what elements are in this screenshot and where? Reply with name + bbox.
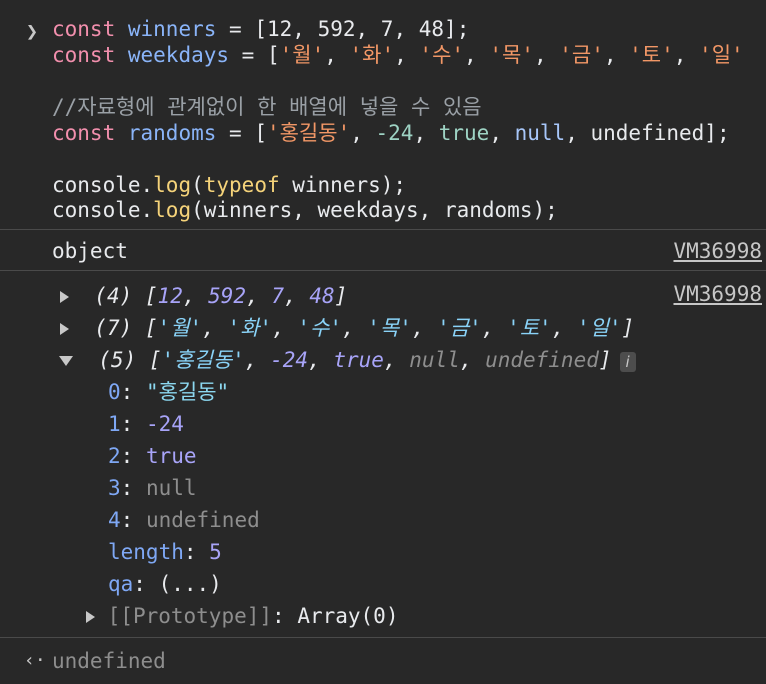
code-line-5: console.log(typeof winners); [52, 173, 407, 197]
code-line-4: const randoms = ['홍길동', -24, true, null,… [52, 121, 730, 145]
array-length: length: 5 [108, 540, 222, 564]
string-literal: '수' [419, 43, 465, 67]
prototype-row[interactable]: [[Prototype]]: Array(0) [86, 603, 398, 629]
punctuation: ]; [704, 121, 730, 145]
array-row-randoms[interactable]: (5) ['홍길동', -24, true, null, undefined] i [59, 347, 636, 373]
number-literal: 7 [380, 17, 394, 41]
array-row-weekdays[interactable]: (7) ['월', '화', '수', '목', '금', '토', '일'] [60, 315, 634, 341]
divider [0, 229, 766, 230]
keyword: const [52, 43, 116, 67]
array-row-winners[interactable]: (4) [12, 592, 7, 48] [60, 283, 347, 309]
array-entry: 1: -24 [108, 412, 184, 436]
caret-down-icon[interactable] [59, 356, 73, 366]
source-link[interactable]: VM36998 [673, 238, 762, 264]
code-line-2: const weekdays = ['월', '화', '수', '목', '금… [52, 43, 744, 67]
info-icon[interactable]: i [619, 352, 636, 372]
console-object: console. [52, 173, 154, 197]
operator: = [ [229, 43, 280, 67]
string-literal: '화' [349, 43, 395, 67]
prompt-chevron-icon: ❯ [26, 19, 39, 43]
array-entry: 2: true [108, 444, 197, 468]
string-literal: '토' [629, 43, 674, 67]
variable-name: winners [127, 17, 217, 41]
operator: = [ [216, 121, 267, 145]
number-literal: -24 [375, 121, 414, 145]
devtools-console: ❯ const winners = [12, 592, 7, 48]; cons… [0, 0, 766, 684]
chevron-left-icon: ‹· [24, 650, 46, 671]
result-value: undefined [52, 649, 166, 673]
string-literal: '금' [559, 43, 604, 67]
variable-name: weekdays [127, 43, 230, 67]
variable-name: randoms [127, 121, 217, 145]
array-entry: 0: "홍길동" [108, 380, 230, 404]
code-comment: //자료형에 관계없이 한 배열에 넣을 수 있음 [52, 95, 482, 119]
typeof-operator: typeof [203, 173, 280, 197]
array-entry: 4: undefined [108, 508, 260, 532]
punctuation: ]; [444, 17, 470, 41]
caret-right-icon[interactable] [60, 291, 69, 303]
caret-right-icon[interactable] [86, 611, 95, 623]
source-link[interactable]: VM36998 [673, 281, 762, 307]
operator: = [ [216, 17, 267, 41]
string-literal: '홍길동' [266, 121, 351, 145]
caret-right-icon[interactable] [60, 323, 69, 335]
boolean-literal: true [438, 121, 490, 145]
string-literal: '월' [279, 43, 325, 67]
divider [0, 637, 766, 638]
function-name: log [153, 173, 192, 197]
array-getter-qa[interactable]: qa: (...) [108, 571, 222, 597]
array-entry: 3: null [108, 476, 197, 500]
function-name: log [153, 198, 192, 222]
console-object: console. [52, 198, 154, 222]
keyword: const [52, 17, 116, 41]
undefined-literal: undefined [590, 121, 705, 145]
null-literal: null [514, 121, 566, 145]
string-literal: '목' [489, 43, 534, 67]
divider [0, 270, 766, 271]
number-literal: 12 [266, 17, 293, 41]
number-literal: 592 [317, 17, 356, 41]
string-literal: '일' [699, 43, 744, 67]
number-literal: 48 [418, 17, 445, 41]
keyword: const [52, 121, 116, 145]
code-line-1: const winners = [12, 592, 7, 48]; [52, 17, 470, 41]
log-message-object: object [52, 239, 128, 263]
code-line-6: console.log(winners, weekdays, randoms); [52, 198, 558, 222]
